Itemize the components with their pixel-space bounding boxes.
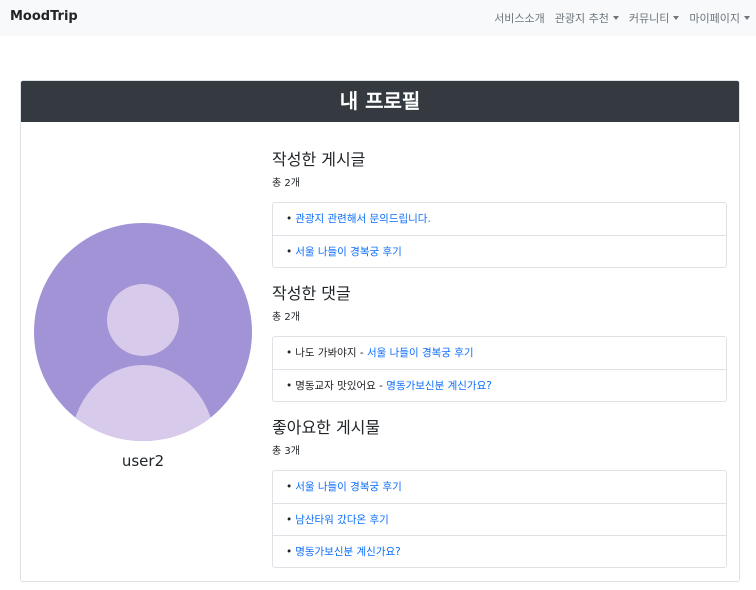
bullet: •	[286, 380, 293, 392]
comments-list: • 나도 가봐야지 - 서울 나들이 경복궁 후기 • 명동교자 맛있어요 - 명동…	[272, 336, 727, 402]
nav-item-attraction-recommend[interactable]: 관광지 추천	[555, 10, 619, 26]
avatar-icon	[34, 223, 252, 441]
liked-post-link[interactable]: 서울 나들이 경복궁 후기	[295, 481, 402, 493]
nav-item-service-intro[interactable]: 서비스소개	[494, 10, 545, 26]
bullet: •	[286, 514, 293, 526]
likes-list: • 서울 나들이 경복궁 후기 • 남산타워 갔다온 후기 • 명동가보신분 계신가요…	[272, 470, 727, 568]
nav-item-label: 관광지 추천	[554, 12, 609, 25]
posts-title: 작성한 게시글	[272, 150, 366, 169]
liked-post-link[interactable]: 명동가보신분 계신가요?	[295, 546, 401, 558]
list-item: • 명동가보신분 계신가요?	[273, 535, 726, 567]
profile-card: 내 프로필 user2 작성한 게시글 총 2개 • 관광지 관련해서 문의드립니…	[20, 80, 740, 582]
list-item: • 나도 가봐야지 - 서울 나들이 경복궁 후기	[273, 337, 726, 369]
post-link[interactable]: 관광지 관련해서 문의드립니다.	[295, 213, 431, 225]
caret-down-icon	[744, 16, 750, 20]
liked-post-link[interactable]: 남산타워 갔다온 후기	[295, 514, 389, 526]
bullet: •	[286, 481, 293, 493]
likes-title: 좋아요한 게시물	[272, 418, 381, 437]
comment-post-link[interactable]: 서울 나들이 경복궁 후기	[367, 347, 474, 359]
nav-item-label: 커뮤니티	[628, 12, 670, 25]
navbar: MoodTrip 서비스소개 관광지 추천 커뮤니티 마이페이지	[0, 0, 756, 36]
bullet: •	[286, 347, 293, 359]
comment-text: 나도 가봐야지	[295, 347, 357, 359]
list-item: • 서울 나들이 경복궁 후기	[273, 235, 726, 267]
bullet: •	[286, 246, 293, 258]
nav-item-label: 서비스소개	[494, 12, 545, 25]
comment-post-link[interactable]: 명동가보신분 계신가요?	[386, 380, 492, 392]
activity-panel: 작성한 게시글 총 2개 • 관광지 관련해서 문의드립니다. • 서울 나들이 경…	[272, 149, 727, 568]
bullet: •	[286, 213, 293, 225]
caret-down-icon	[673, 16, 680, 20]
caret-down-icon	[612, 16, 619, 20]
posts-list: • 관광지 관련해서 문의드립니다. • 서울 나들이 경복궁 후기	[272, 202, 727, 268]
separator: -	[375, 380, 387, 392]
posts-section: 작성한 게시글 총 2개 • 관광지 관련해서 문의드립니다. • 서울 나들이 경…	[272, 149, 727, 268]
list-item: • 서울 나들이 경복궁 후기	[273, 471, 726, 503]
nav-menu: 서비스소개 관광지 추천 커뮤니티 마이페이지	[484, 10, 750, 26]
post-link[interactable]: 서울 나들이 경복궁 후기	[295, 246, 402, 258]
comments-count: 총 2개	[272, 312, 300, 323]
comments-title: 작성한 댓글	[272, 284, 351, 303]
list-item: • 명동교자 맛있어요 - 명동가보신분 계신가요?	[273, 369, 726, 401]
nav-item-community[interactable]: 커뮤니티	[628, 10, 680, 26]
likes-count: 총 3개	[272, 446, 300, 457]
likes-section: 좋아요한 게시물 총 3개 • 서울 나들이 경복궁 후기 • 남산타워 갔다온 후…	[272, 417, 727, 568]
username: user2	[121, 452, 165, 470]
posts-count: 총 2개	[272, 178, 300, 189]
list-item: • 남산타워 갔다온 후기	[273, 503, 726, 535]
profile-title: 내 프로필	[21, 81, 739, 122]
nav-item-label: 마이페이지	[689, 12, 740, 25]
comments-section: 작성한 댓글 총 2개 • 나도 가봐야지 - 서울 나들이 경복궁 후기 • 명동…	[272, 283, 727, 402]
nav-item-mypage[interactable]: 마이페이지	[689, 10, 750, 26]
bullet: •	[286, 546, 293, 558]
brand-logo[interactable]: MoodTrip	[10, 9, 78, 24]
list-item: • 관광지 관련해서 문의드립니다.	[273, 203, 726, 235]
comment-text: 명동교자 맛있어요	[295, 380, 376, 392]
separator: -	[356, 347, 367, 359]
